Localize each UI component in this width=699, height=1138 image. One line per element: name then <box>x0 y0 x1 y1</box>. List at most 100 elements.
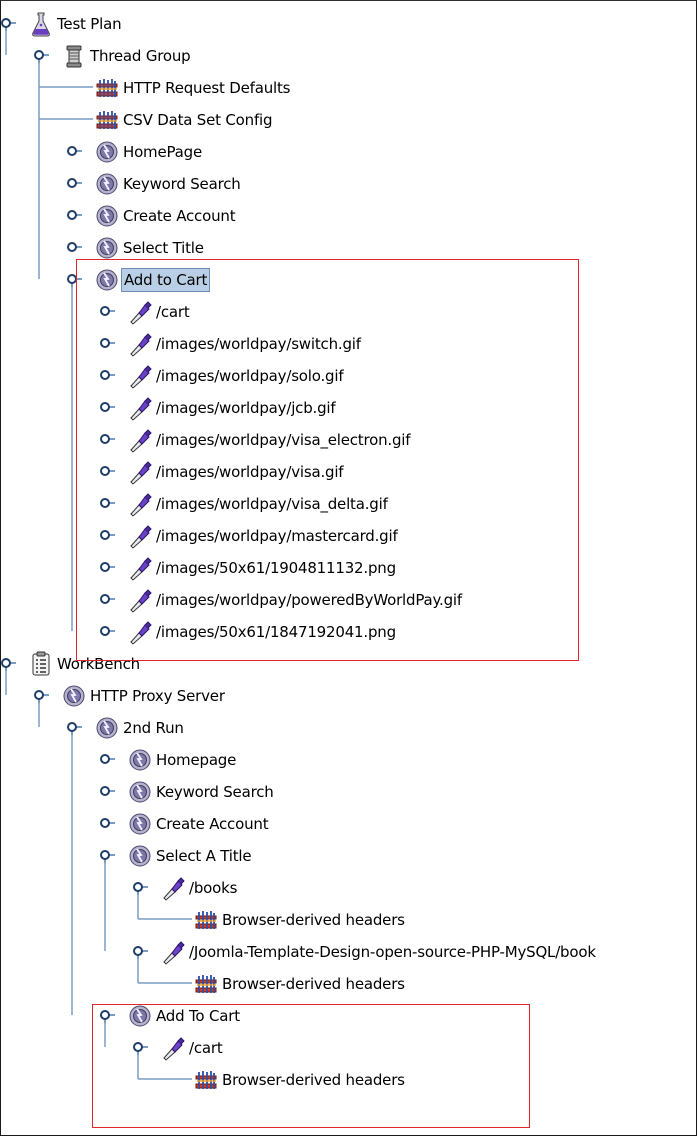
tree-node-label[interactable]: Add To Cart <box>154 1005 242 1027</box>
tree-node-label[interactable]: /books <box>187 877 239 899</box>
tree-node-label[interactable]: Create Account <box>121 205 237 227</box>
tree-node-homepage[interactable]: Homepage <box>0 745 699 775</box>
tree-node-label[interactable]: /images/worldpay/visa_delta.gif <box>154 493 390 515</box>
tree-node-label[interactable]: /images/worldpay/visa_electron.gif <box>154 429 412 451</box>
expand-toggle-icon[interactable] <box>99 497 115 511</box>
tree-node-keyword-search[interactable]: Keyword Search <box>0 169 699 199</box>
tree-node-label[interactable]: Homepage <box>154 749 238 771</box>
tree-node-select-a-title[interactable]: Select A Title <box>0 841 699 871</box>
tree-node-label[interactable]: /images/50x61/1904811132.png <box>154 557 398 579</box>
tree-node-label[interactable]: Test Plan <box>55 13 123 35</box>
tree-node-label[interactable]: Select A Title <box>154 845 253 867</box>
tree-node-images-worldpay-jcb-gif[interactable]: /images/worldpay/jcb.gif <box>0 393 699 423</box>
tree-node-label[interactable]: Browser-derived headers <box>220 973 407 995</box>
tree-node-images-50x61-1847192041-png[interactable]: /images/50x61/1847192041.png <box>0 617 699 647</box>
tree-node-label[interactable]: Browser-derived headers <box>220 1069 407 1091</box>
tree-node-keyword-search[interactable]: Keyword Search <box>0 777 699 807</box>
tree-node-label[interactable]: /cart <box>187 1037 225 1059</box>
tree-node-create-account[interactable]: Create Account <box>0 809 699 839</box>
expand-toggle-icon[interactable] <box>66 241 82 255</box>
collapse-toggle-icon[interactable] <box>0 657 16 671</box>
expand-toggle-icon[interactable] <box>66 209 82 223</box>
tree-node-images-worldpay-visa-delta-gif[interactable]: /images/worldpay/visa_delta.gif <box>0 489 699 519</box>
tree-node-label[interactable]: WorkBench <box>55 653 142 675</box>
tree-node-add-to-cart[interactable]: Add To Cart <box>0 1001 699 1031</box>
tree-node-label[interactable]: Create Account <box>154 813 270 835</box>
expand-toggle-icon[interactable] <box>99 369 115 383</box>
collapse-toggle-icon[interactable] <box>33 49 49 63</box>
tree-node-browser-derived-headers[interactable]: Browser-derived headers <box>0 905 699 935</box>
tree-node-label[interactable]: HTTP Request Defaults <box>121 77 292 99</box>
tree-node-browser-derived-headers[interactable]: Browser-derived headers <box>0 969 699 999</box>
expand-toggle-icon[interactable] <box>99 401 115 415</box>
tree-node-images-worldpay-switch-gif[interactable]: /images/worldpay/switch.gif <box>0 329 699 359</box>
collapse-toggle-icon[interactable] <box>132 1041 148 1055</box>
tree-node-label[interactable]: Select Title <box>121 237 206 259</box>
tree-node-books[interactable]: /books <box>0 873 699 903</box>
collapse-toggle-icon[interactable] <box>0 17 16 31</box>
expand-toggle-icon[interactable] <box>99 753 115 767</box>
tree-node-label[interactable]: /images/worldpay/jcb.gif <box>154 397 337 419</box>
expand-toggle-icon[interactable] <box>99 465 115 479</box>
tree-node-images-worldpay-mastercard-gif[interactable]: /images/worldpay/mastercard.gif <box>0 521 699 551</box>
tree-node-homepage[interactable]: HomePage <box>0 137 699 167</box>
expand-toggle-icon[interactable] <box>99 817 115 831</box>
tree-node-label[interactable]: /images/worldpay/visa.gif <box>154 461 345 483</box>
tree-node-label[interactable]: /images/worldpay/switch.gif <box>154 333 363 355</box>
test-plan-tree[interactable]: Test Plan Thread Group HTTP Request Defa… <box>0 0 699 1138</box>
tree-node-label[interactable]: Add to Cart <box>121 268 211 292</box>
expand-toggle-icon[interactable] <box>99 305 115 319</box>
tree-node-images-worldpay-visa-gif[interactable]: /images/worldpay/visa.gif <box>0 457 699 487</box>
collapse-toggle-icon[interactable] <box>99 849 115 863</box>
tree-node-label[interactable]: /cart <box>154 301 192 323</box>
tree-node-label[interactable]: /images/worldpay/solo.gif <box>154 365 345 387</box>
tree-node-cart[interactable]: /cart <box>0 297 699 327</box>
tree-node-add-to-cart[interactable]: Add to Cart <box>0 265 699 295</box>
tree-node-joomla-template-design-open-source-php-mysql-book[interactable]: /Joomla-Template-Design-open-source-PHP-… <box>0 937 699 967</box>
tree-node-create-account[interactable]: Create Account <box>0 201 699 231</box>
tree-node-label[interactable]: Keyword Search <box>154 781 276 803</box>
tree-node-label[interactable]: CSV Data Set Config <box>121 109 274 131</box>
expand-toggle-icon[interactable] <box>66 177 82 191</box>
controller-icon <box>95 203 119 229</box>
tree-node-label[interactable]: 2nd Run <box>121 717 186 739</box>
tree-node-2nd-run[interactable]: 2nd Run <box>0 713 699 743</box>
expand-toggle-icon[interactable] <box>66 145 82 159</box>
expand-toggle-icon[interactable] <box>99 433 115 447</box>
tree-node-images-worldpay-solo-gif[interactable]: /images/worldpay/solo.gif <box>0 361 699 391</box>
expand-toggle-icon[interactable] <box>99 529 115 543</box>
tree-node-label[interactable]: /images/worldpay/mastercard.gif <box>154 525 400 547</box>
expand-toggle-icon[interactable] <box>99 337 115 351</box>
tree-node-label[interactable]: HTTP Proxy Server <box>88 685 227 707</box>
tree-node-thread-group[interactable]: Thread Group <box>0 41 699 71</box>
tree-node-label[interactable]: /images/worldpay/poweredByWorldPay.gif <box>154 589 464 611</box>
tree-node-label[interactable]: Browser-derived headers <box>220 909 407 931</box>
tree-node-http-request-defaults[interactable]: HTTP Request Defaults <box>0 73 699 103</box>
collapse-toggle-icon[interactable] <box>66 273 82 287</box>
tree-node-workbench[interactable]: WorkBench <box>0 649 699 679</box>
tree-node-cart[interactable]: /cart <box>0 1033 699 1063</box>
collapse-toggle-icon[interactable] <box>33 689 49 703</box>
tree-node-select-title[interactable]: Select Title <box>0 233 699 263</box>
collapse-toggle-icon[interactable] <box>132 945 148 959</box>
tree-node-browser-derived-headers[interactable]: Browser-derived headers <box>0 1065 699 1095</box>
collapse-toggle-icon[interactable] <box>66 721 82 735</box>
expand-toggle-icon[interactable] <box>99 593 115 607</box>
tree-node-label[interactable]: /images/50x61/1847192041.png <box>154 621 398 643</box>
tree-node-label[interactable]: Thread Group <box>88 45 192 67</box>
tree-node-test-plan[interactable]: Test Plan <box>0 9 699 39</box>
tree-node-label[interactable]: Keyword Search <box>121 173 243 195</box>
tree-node-label[interactable]: /Joomla-Template-Design-open-source-PHP-… <box>187 941 598 963</box>
tree-node-label[interactable]: HomePage <box>121 141 204 163</box>
tree-node-http-proxy-server[interactable]: HTTP Proxy Server <box>0 681 699 711</box>
expand-toggle-icon[interactable] <box>99 785 115 799</box>
collapse-toggle-icon[interactable] <box>132 881 148 895</box>
collapse-toggle-icon[interactable] <box>99 1009 115 1023</box>
tree-node-csv-data-set-config[interactable]: CSV Data Set Config <box>0 105 699 135</box>
tree-node-images-50x61-1904811132-png[interactable]: /images/50x61/1904811132.png <box>0 553 699 583</box>
sampler-icon <box>128 427 152 453</box>
tree-node-images-worldpay-visa-electron-gif[interactable]: /images/worldpay/visa_electron.gif <box>0 425 699 455</box>
tree-node-images-worldpay-poweredbyworldpay-gif[interactable]: /images/worldpay/poweredByWorldPay.gif <box>0 585 699 615</box>
expand-toggle-icon[interactable] <box>99 561 115 575</box>
expand-toggle-icon[interactable] <box>99 625 115 639</box>
